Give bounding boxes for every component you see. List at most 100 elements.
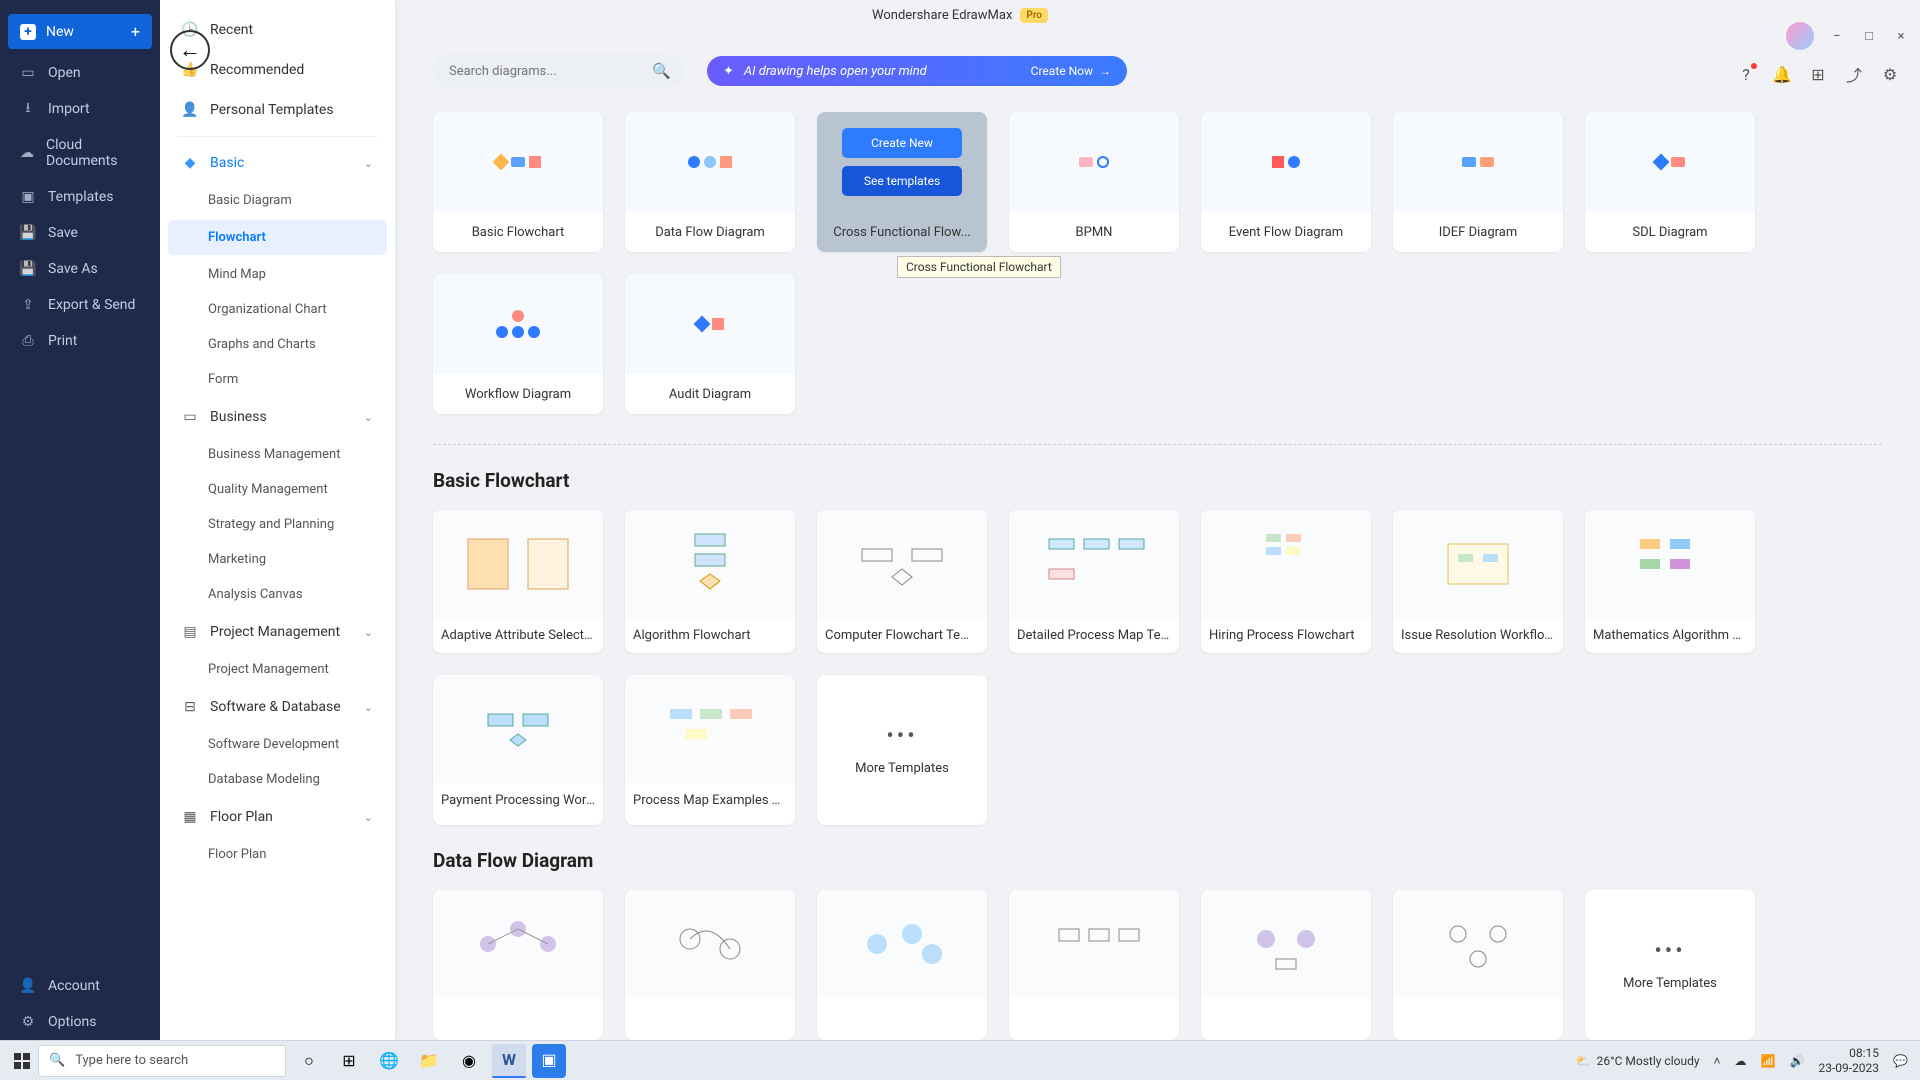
edrawmax-icon[interactable]: ▣ bbox=[532, 1044, 566, 1078]
pm-item[interactable]: Project Management bbox=[160, 652, 395, 687]
db-model-item[interactable]: Database Modeling bbox=[160, 762, 395, 797]
word-icon[interactable]: W bbox=[492, 1044, 526, 1078]
template-card[interactable]: Payment Processing Workf... bbox=[433, 675, 603, 825]
maximize-button[interactable]: □ bbox=[1860, 27, 1878, 45]
close-button[interactable]: × bbox=[1892, 27, 1910, 45]
flowchart-item[interactable]: Flowchart bbox=[168, 220, 387, 255]
weather-icon: ⛅ bbox=[1576, 1054, 1591, 1068]
template-card[interactable] bbox=[817, 890, 987, 1040]
chevron-down-icon: ⌄ bbox=[364, 626, 373, 639]
tray-wifi-icon[interactable]: 📶 bbox=[1761, 1054, 1776, 1068]
create-now-link[interactable]: Create Now → bbox=[1031, 64, 1111, 78]
template-card[interactable] bbox=[1201, 890, 1371, 1040]
options-button[interactable]: ⚙Options bbox=[0, 1004, 160, 1040]
more-templates-card[interactable]: ••• More Templates bbox=[1585, 890, 1755, 1040]
tray-onedrive-icon[interactable]: ☁ bbox=[1735, 1054, 1747, 1068]
card-label: IDEF Diagram bbox=[1433, 212, 1524, 252]
template-label: Computer Flowchart Temp... bbox=[817, 618, 987, 653]
ai-banner[interactable]: ✦ AI drawing helps open your mind Create… bbox=[707, 56, 1127, 86]
bell-icon[interactable]: 🔔 bbox=[1772, 64, 1792, 84]
basic-section-head[interactable]: ◆Basic ⌄ bbox=[160, 143, 395, 183]
basic-diagram-item[interactable]: Basic Diagram bbox=[160, 183, 395, 218]
notifications-icon[interactable]: 💬 bbox=[1893, 1054, 1908, 1068]
back-button[interactable]: ← bbox=[170, 30, 210, 70]
sw-dev-item[interactable]: Software Development bbox=[160, 727, 395, 762]
open-button[interactable]: ▭Open bbox=[0, 55, 160, 91]
minimize-button[interactable]: − bbox=[1828, 27, 1846, 45]
template-card[interactable] bbox=[1393, 890, 1563, 1040]
taskview-icon[interactable]: ⊞ bbox=[332, 1044, 366, 1078]
template-card[interactable]: Computer Flowchart Temp... bbox=[817, 510, 987, 653]
tray-chevron-icon[interactable]: ˄ bbox=[1714, 1054, 1721, 1068]
tray-volume-icon[interactable]: 🔊 bbox=[1790, 1054, 1805, 1068]
template-card[interactable] bbox=[433, 890, 603, 1040]
template-card[interactable] bbox=[1009, 890, 1179, 1040]
business-section-head[interactable]: ▭Business ⌄ bbox=[160, 397, 395, 437]
create-new-button[interactable]: Create New bbox=[842, 128, 962, 158]
new-button[interactable]: + New + bbox=[8, 14, 152, 49]
pm-section-head[interactable]: ▤Project Management ⌄ bbox=[160, 612, 395, 652]
mindmap-item[interactable]: Mind Map bbox=[160, 257, 395, 292]
clock[interactable]: 08:15 23-09-2023 bbox=[1818, 1046, 1879, 1075]
save-button[interactable]: 💾Save bbox=[0, 215, 160, 251]
data-flow-card[interactable]: Data Flow Diagram bbox=[625, 112, 795, 252]
see-templates-button[interactable]: See templates bbox=[842, 166, 962, 196]
business-mgmt-item[interactable]: Business Management bbox=[160, 437, 395, 472]
floor-plan-item[interactable]: Floor Plan bbox=[160, 837, 395, 872]
settings-icon[interactable]: ⚙ bbox=[1880, 64, 1900, 84]
template-card[interactable]: Detailed Process Map Tem... bbox=[1009, 510, 1179, 653]
import-button[interactable]: ⭳Import bbox=[0, 91, 160, 127]
cortana-icon[interactable]: ○ bbox=[292, 1044, 326, 1078]
fp-section-head[interactable]: ▦Floor Plan ⌄ bbox=[160, 797, 395, 837]
cross-functional-card[interactable]: Create New See templates Cross Functiona… bbox=[817, 112, 987, 252]
account-button[interactable]: 👤Account bbox=[0, 968, 160, 1004]
card-label: Event Flow Diagram bbox=[1223, 212, 1349, 252]
event-flow-card[interactable]: Event Flow Diagram bbox=[1201, 112, 1371, 252]
orgchart-item[interactable]: Organizational Chart bbox=[160, 292, 395, 327]
explorer-icon[interactable]: 📁 bbox=[412, 1044, 446, 1078]
strategy-item[interactable]: Strategy and Planning bbox=[160, 507, 395, 542]
help-icon[interactable]: ? bbox=[1736, 64, 1756, 84]
quality-mgmt-item[interactable]: Quality Management bbox=[160, 472, 395, 507]
template-card[interactable]: Mathematics Algorithm Fl... bbox=[1585, 510, 1755, 653]
template-card[interactable]: Algorithm Flowchart bbox=[625, 510, 795, 653]
idef-card[interactable]: IDEF Diagram bbox=[1393, 112, 1563, 252]
content-area: Wondershare EdrawMax Pro − □ × 🔍 ✦ AI dr… bbox=[395, 0, 1920, 1040]
add-plus-icon: + bbox=[131, 22, 140, 41]
apps-icon[interactable]: ⊞ bbox=[1808, 64, 1828, 84]
export-button[interactable]: ⇪Export & Send bbox=[0, 287, 160, 323]
start-button[interactable] bbox=[12, 1051, 32, 1071]
template-card[interactable]: Process Map Examples Te... bbox=[625, 675, 795, 825]
form-item[interactable]: Form bbox=[160, 362, 395, 397]
cloud-button[interactable]: ☁Cloud Documents bbox=[0, 127, 160, 179]
taskbar-search[interactable]: 🔍 Type here to search bbox=[38, 1045, 286, 1077]
template-card[interactable]: Hiring Process Flowchart bbox=[1201, 510, 1371, 653]
share-icon[interactable]: ⤴ bbox=[1844, 64, 1864, 84]
graphs-item[interactable]: Graphs and Charts bbox=[160, 327, 395, 362]
sd-section-head[interactable]: ⊟Software & Database ⌄ bbox=[160, 687, 395, 727]
marketing-item[interactable]: Marketing bbox=[160, 542, 395, 577]
search-icon[interactable]: 🔍 bbox=[652, 62, 671, 80]
avatar[interactable] bbox=[1786, 22, 1814, 50]
pm-head-label: Project Management bbox=[210, 624, 340, 640]
personal-templates-item[interactable]: 👤Personal Templates bbox=[160, 90, 395, 130]
search-input[interactable] bbox=[433, 54, 683, 88]
card-label: Workflow Diagram bbox=[459, 374, 577, 414]
analysis-item[interactable]: Analysis Canvas bbox=[160, 577, 395, 612]
template-card[interactable] bbox=[625, 890, 795, 1040]
audit-card[interactable]: Audit Diagram bbox=[625, 274, 795, 414]
more-templates-card[interactable]: ••• More Templates bbox=[817, 675, 987, 825]
workflow-card[interactable]: Workflow Diagram bbox=[433, 274, 603, 414]
sdl-card[interactable]: SDL Diagram bbox=[1585, 112, 1755, 252]
chrome-icon[interactable]: ◉ bbox=[452, 1044, 486, 1078]
bpmn-card[interactable]: BPMN bbox=[1009, 112, 1179, 252]
template-card[interactable]: Adaptive Attribute Selectio... bbox=[433, 510, 603, 653]
edge-icon[interactable]: 🌐 bbox=[372, 1044, 406, 1078]
templates-button[interactable]: ▣Templates bbox=[0, 179, 160, 215]
basic-flowchart-card[interactable]: Basic Flowchart bbox=[433, 112, 603, 252]
weather-widget[interactable]: ⛅ 26°C Mostly cloudy bbox=[1576, 1054, 1700, 1068]
template-card[interactable]: Issue Resolution Workflow ... bbox=[1393, 510, 1563, 653]
print-button[interactable]: ⎙Print bbox=[0, 323, 160, 359]
notification-dot bbox=[1751, 63, 1757, 69]
saveas-button[interactable]: 💾Save As bbox=[0, 251, 160, 287]
